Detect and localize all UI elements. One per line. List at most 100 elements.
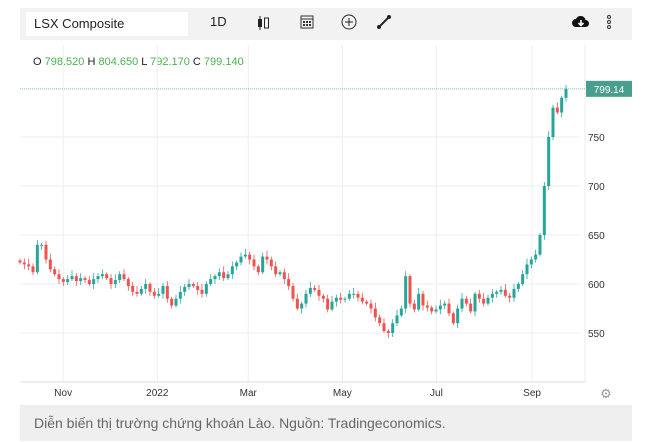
- candle-body: [87, 280, 91, 284]
- candle-body: [547, 137, 551, 186]
- candle-body: [213, 276, 217, 280]
- candle-body: [356, 293, 360, 298]
- candle-body: [152, 291, 156, 296]
- candle-body: [521, 274, 525, 284]
- candle-body: [486, 297, 490, 304]
- candle-body: [230, 266, 234, 275]
- candle-body: [118, 274, 122, 281]
- candle-body: [282, 272, 286, 280]
- candle-body: [382, 323, 386, 332]
- candle-body: [204, 284, 208, 294]
- candle-body: [321, 295, 325, 299]
- candle-body: [235, 262, 239, 267]
- candle-body: [44, 244, 48, 260]
- candle-body: [135, 291, 139, 294]
- candle-body: [464, 298, 468, 304]
- y-tick-label: 750: [588, 133, 605, 144]
- candle-body: [456, 308, 460, 324]
- candle-body: [57, 274, 61, 280]
- candle-body: [417, 293, 421, 310]
- candle-body: [477, 293, 481, 299]
- candle-body: [495, 291, 499, 294]
- candle-body: [542, 186, 546, 235]
- candle-body: [365, 301, 369, 304]
- candle-body: [425, 305, 429, 308]
- candle-body: [291, 285, 295, 299]
- candle-body: [317, 289, 321, 296]
- candle-body: [243, 254, 247, 257]
- candle-body: [373, 308, 377, 318]
- candle-body: [308, 287, 312, 294]
- candle-body: [334, 297, 338, 302]
- x-tick-label: Nov: [54, 388, 72, 399]
- candle-body: [278, 272, 282, 275]
- candle-body: [161, 285, 165, 294]
- candle-body: [482, 298, 486, 304]
- candle-body: [256, 266, 260, 273]
- candle-body: [447, 303, 451, 314]
- candle-body: [300, 303, 304, 309]
- candle-body: [178, 291, 182, 299]
- candle-body: [239, 256, 243, 263]
- candle-body: [512, 288, 516, 298]
- candle-body: [191, 284, 195, 286]
- x-tick-label: Sep: [523, 388, 541, 399]
- candle-body: [434, 309, 438, 312]
- candle-body: [360, 297, 364, 302]
- candle-body: [148, 284, 152, 292]
- candle-body: [27, 264, 31, 267]
- figure-caption: Diễn biến thị trường chứng khoán Lào. Ng…: [20, 405, 632, 441]
- candle-body: [412, 303, 416, 310]
- candle-body: [408, 276, 412, 304]
- candle-body: [503, 289, 507, 296]
- candle-body: [269, 259, 273, 267]
- y-tick-label: 550: [588, 329, 605, 340]
- candle-body: [170, 298, 174, 306]
- candle-body: [516, 284, 520, 289]
- candle-body: [126, 279, 130, 286]
- candle-body: [460, 298, 464, 309]
- candle-body: [74, 276, 78, 282]
- candle-body: [96, 276, 100, 280]
- candle-body: [525, 264, 529, 275]
- candle-body: [430, 307, 434, 312]
- candle-body: [183, 286, 187, 292]
- candle-body: [551, 107, 555, 137]
- candle-body: [391, 323, 395, 333]
- candle-body: [421, 293, 425, 306]
- candle-body: [343, 298, 347, 300]
- candle-body: [287, 279, 291, 286]
- candle-body: [469, 303, 473, 312]
- candle-body: [295, 298, 299, 309]
- x-tick-label: Mar: [240, 388, 258, 399]
- last-price-label: 799.14: [594, 85, 625, 96]
- candle-body: [144, 284, 148, 289]
- candle-body: [508, 295, 512, 298]
- candle-body: [70, 276, 74, 280]
- candle-body: [200, 289, 204, 294]
- candle-body: [473, 293, 477, 312]
- candle-body: [538, 235, 542, 255]
- candle-body: [534, 254, 538, 260]
- candle-body: [326, 298, 330, 310]
- candle-body: [61, 279, 65, 283]
- settings-gear-icon[interactable]: ⚙: [600, 386, 612, 401]
- candle-body: [100, 274, 104, 277]
- x-tick-label: May: [333, 388, 352, 399]
- candle-body: [274, 266, 278, 275]
- candle-body: [399, 308, 403, 316]
- candle-body: [313, 287, 317, 290]
- candle-body: [386, 331, 390, 333]
- candle-body: [187, 284, 191, 287]
- candle-body: [131, 285, 135, 292]
- candle-body: [83, 278, 87, 281]
- candle-body: [48, 259, 52, 270]
- candle-body: [66, 279, 70, 283]
- candle-body: [339, 297, 343, 300]
- price-chart[interactable]: Nov 2022 Mar May Jul Sep 550 600 650 700 750 799.14…: [0, 0, 657, 405]
- candle-body: [564, 88, 568, 98]
- candle-body: [209, 279, 213, 284]
- candle-body: [265, 256, 269, 260]
- candle-body: [92, 279, 96, 284]
- candle-body: [18, 260, 22, 263]
